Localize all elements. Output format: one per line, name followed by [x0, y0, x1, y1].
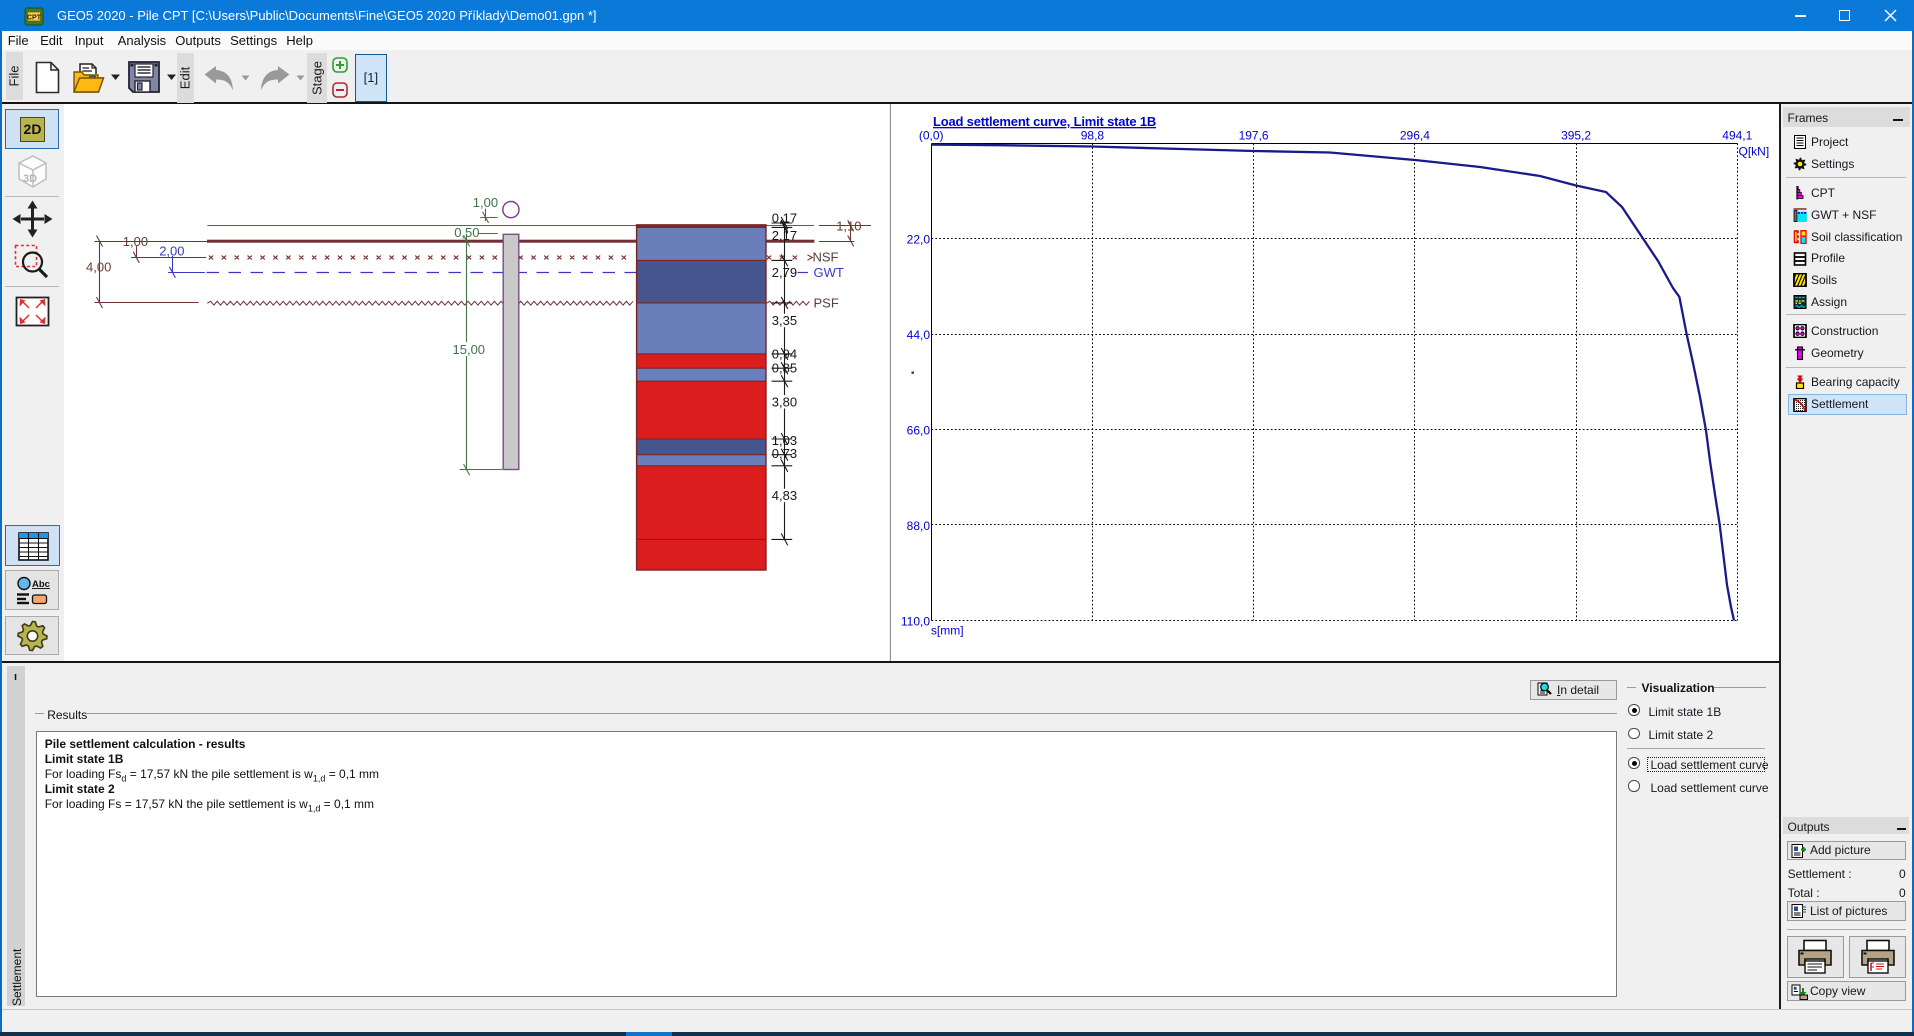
svg-text:88,0: 88,0: [907, 519, 931, 533]
svg-text:NSF: NSF: [813, 250, 839, 265]
svg-text:GWT: GWT: [814, 265, 844, 280]
svg-text:Q[kN]: Q[kN]: [1739, 145, 1770, 159]
svg-text:296,4: 296,4: [1400, 129, 1430, 143]
svg-text:3,80: 3,80: [772, 394, 797, 409]
svg-text:3,35: 3,35: [772, 313, 797, 328]
svg-text:110,0: 110,0: [901, 614, 930, 628]
svg-text:4,83: 4,83: [772, 488, 797, 503]
svg-text:395,2: 395,2: [1561, 129, 1591, 143]
svg-text:3D: 3D: [23, 173, 37, 185]
svg-text:15,00: 15,00: [453, 342, 486, 357]
svg-text:0,17: 0,17: [772, 211, 797, 226]
svg-text:0,85: 0,85: [772, 360, 797, 375]
svg-text:98,8: 98,8: [1081, 129, 1105, 143]
svg-text:2,17: 2,17: [772, 228, 797, 243]
svg-text:44,0: 44,0: [907, 328, 931, 342]
svg-text:Load settlement curve, Limit s: Load settlement curve, Limit state 1B: [933, 114, 1156, 129]
svg-text:22,0: 22,0: [907, 232, 931, 246]
svg-text:494,1: 494,1: [1722, 129, 1752, 143]
svg-text:2,79: 2,79: [772, 265, 797, 280]
svg-text:4,00: 4,00: [86, 259, 111, 274]
svg-text:CPT: CPT: [27, 15, 42, 22]
svg-text:0,73: 0,73: [772, 446, 797, 461]
svg-text:1,00: 1,00: [473, 195, 498, 210]
svg-text:(0,0): (0,0): [919, 129, 944, 143]
svg-text:1,00: 1,00: [123, 234, 148, 249]
svg-text:s[mm]: s[mm]: [931, 624, 964, 638]
svg-text:1,10: 1,10: [836, 218, 861, 233]
svg-text:197,6: 197,6: [1239, 129, 1269, 143]
svg-text:2,00: 2,00: [159, 243, 184, 258]
svg-text:66,0: 66,0: [907, 423, 931, 437]
svg-text:Abc: Abc: [32, 579, 50, 590]
svg-text:PSF: PSF: [814, 296, 839, 311]
